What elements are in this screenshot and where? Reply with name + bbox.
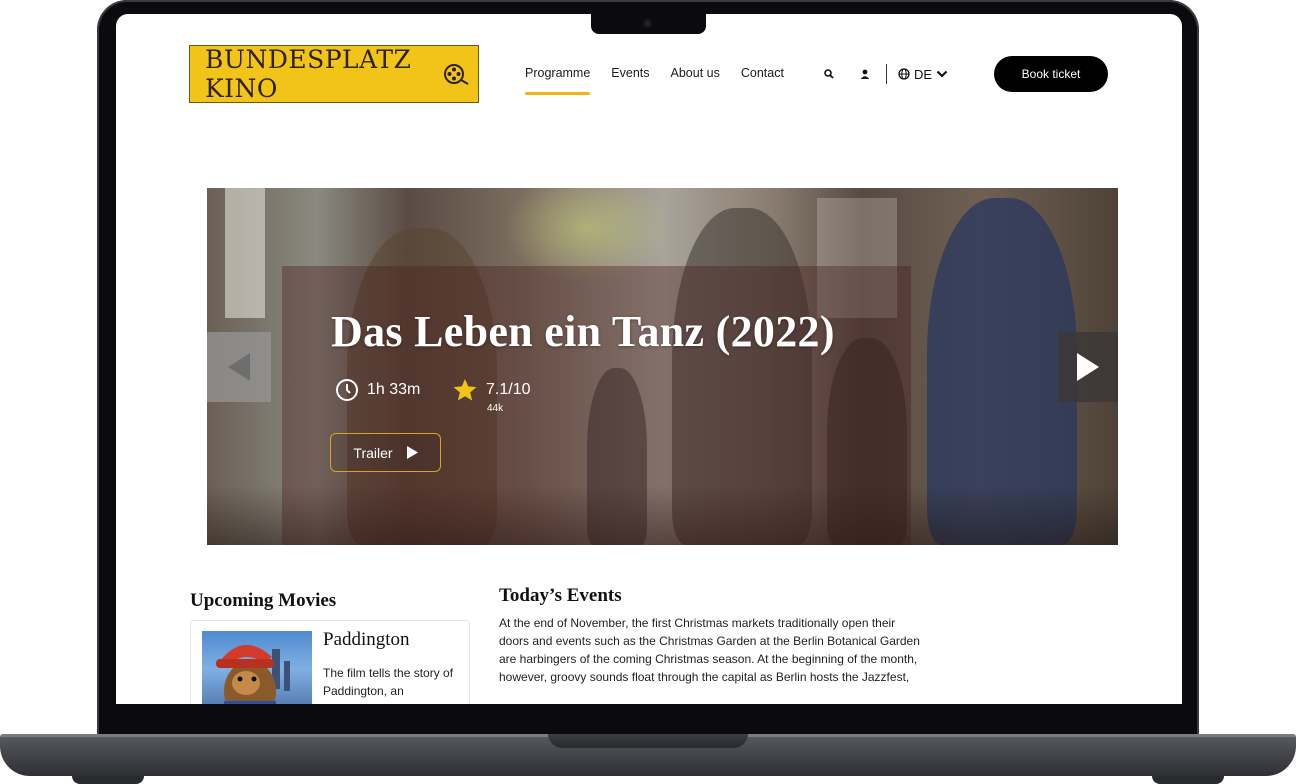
- events-description: At the end of November, the first Christ…: [499, 616, 920, 684]
- paddington-poster-art: [216, 644, 290, 704]
- todays-events-heading: Today’s Events: [499, 585, 622, 606]
- runtime-value: 1h 33m: [367, 381, 421, 398]
- hero-title: Das Leben ein Tanz (2022): [331, 307, 835, 356]
- site-logo[interactable]: BUNDESPLATZ KINO: [189, 45, 479, 103]
- trailer-label: Trailer: [353, 444, 393, 461]
- nav-contact[interactable]: Contact: [741, 66, 784, 89]
- language-label: DE: [914, 66, 933, 82]
- laptop-base: [0, 734, 1296, 776]
- arrow-left-icon: [228, 353, 250, 381]
- rating-value: 7.1/10: [486, 381, 531, 398]
- upcoming-movies-heading: Upcoming Movies: [190, 590, 337, 611]
- movie-description: The film tells the story of Paddington, …: [323, 666, 454, 698]
- logo-text: BUNDESPLATZ KINO: [205, 45, 412, 103]
- hero-carousel: Das Leben ein Tanz (2022) 1h 33m 7.1/10 …: [207, 188, 1118, 545]
- nav-programme[interactable]: Programme: [525, 66, 591, 95]
- globe-icon: [898, 68, 910, 80]
- nav-about-us[interactable]: About us: [671, 66, 720, 89]
- laptop-foot: [72, 776, 144, 784]
- search-icon[interactable]: [822, 67, 836, 81]
- vote-count: 44k: [487, 403, 504, 414]
- camera-icon: [643, 19, 652, 28]
- main-nav: Programme Events About us Contact: [525, 66, 784, 95]
- clock-icon: [336, 379, 358, 401]
- movie-card[interactable]: Paddington The film tells the story of P…: [190, 620, 470, 704]
- carousel-next-button[interactable]: [1058, 332, 1118, 402]
- trailer-button[interactable]: Trailer: [330, 433, 441, 472]
- star-icon: [453, 379, 477, 401]
- nav-events[interactable]: Events: [611, 66, 649, 89]
- user-icon[interactable]: [858, 67, 872, 81]
- camera-notch: [591, 14, 706, 34]
- chevron-down-icon: [936, 70, 948, 78]
- movie-title[interactable]: Paddington: [323, 629, 410, 651]
- movie-poster[interactable]: [202, 631, 312, 704]
- rating: 7.1/10: [452, 378, 530, 402]
- browser-screen: BUNDESPLATZ KINO Programme Events About …: [116, 14, 1182, 704]
- carousel-prev-button[interactable]: [207, 332, 271, 402]
- book-ticket-button[interactable]: Book ticket: [994, 56, 1108, 92]
- laptop-hinge-notch: [548, 734, 748, 748]
- runtime: 1h 33m: [335, 378, 420, 402]
- arrow-right-icon: [1077, 353, 1099, 381]
- film-reel-icon: [444, 64, 469, 85]
- header-utilities: DE: [822, 64, 948, 84]
- header-divider: [886, 64, 887, 84]
- language-selector[interactable]: DE: [898, 67, 948, 82]
- play-icon: [406, 446, 418, 459]
- laptop-foot: [1152, 776, 1224, 784]
- hero-background: [225, 188, 265, 318]
